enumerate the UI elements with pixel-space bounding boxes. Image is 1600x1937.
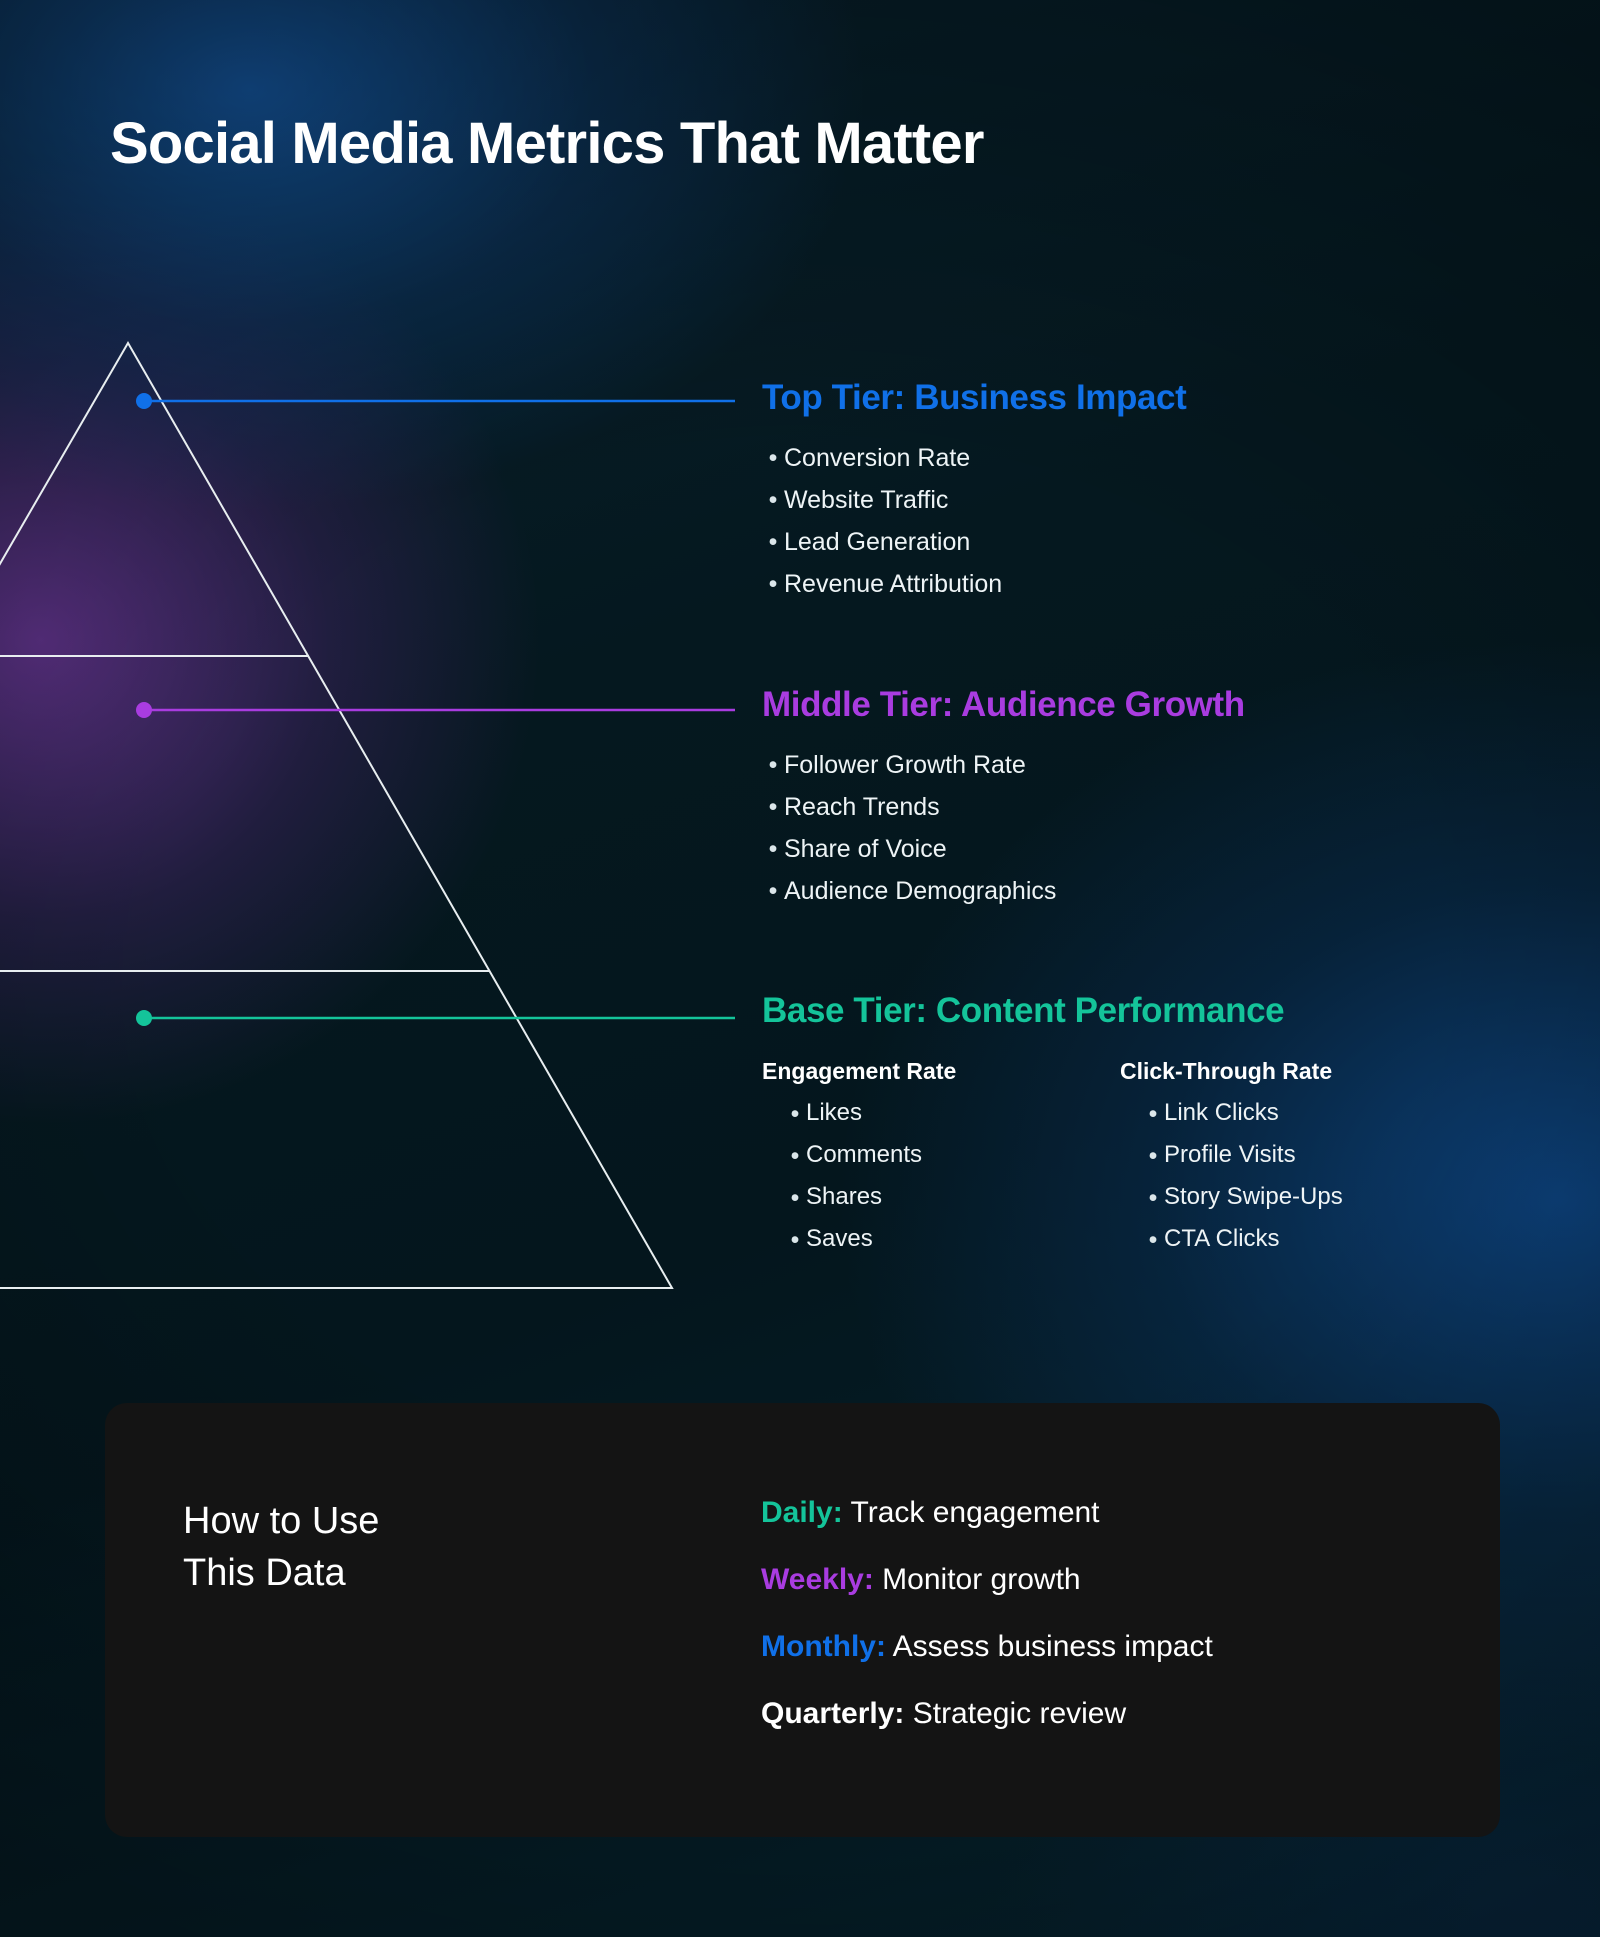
base-column-click-through-rate: Click-Through Rate • Link Clicks • Profi… xyxy=(1120,1058,1478,1261)
usage-label: Monthly: xyxy=(761,1630,886,1663)
bullet-icon: • xyxy=(768,835,778,863)
tier-middle-list: • Follower Growth Rate • Reach Trends • … xyxy=(762,744,1245,912)
list-item-label: Revenue Attribution xyxy=(784,570,1003,598)
usage-text: Monitor growth xyxy=(873,1563,1081,1596)
list-item-label: Story Swipe-Ups xyxy=(1164,1183,1343,1210)
list-item: • Story Swipe-Ups xyxy=(1142,1177,1478,1219)
list-item-label: Comments xyxy=(806,1141,923,1168)
list-item: • Follower Growth Rate xyxy=(762,744,1245,786)
connector-dot-top xyxy=(136,393,152,409)
bullet-icon: • xyxy=(768,570,778,598)
list-item-label: Share of Voice xyxy=(784,835,947,863)
list-item: • CTA Clicks xyxy=(1142,1219,1478,1261)
tier-middle-audience-growth: Middle Tier: Audience Growth • Follower … xyxy=(762,687,1245,912)
bullet-icon: • xyxy=(790,1142,800,1170)
list-item-label: Profile Visits xyxy=(1164,1141,1296,1168)
list-item-label: CTA Clicks xyxy=(1164,1225,1280,1252)
list-item: • Likes xyxy=(784,1093,1120,1135)
how-to-use-title-line1: How to Use xyxy=(183,1500,380,1542)
usage-cadence-list: Daily: Track engagement Weekly: Monitor … xyxy=(761,1498,1213,1729)
tier-base-content-performance: Base Tier: Content Performance Engagemen… xyxy=(762,993,1478,1261)
connector-dot-middle xyxy=(136,702,152,718)
tier-top-business-impact: Top Tier: Business Impact • Conversion R… xyxy=(762,378,1187,605)
list-item: • Shares xyxy=(784,1177,1120,1219)
list-item-label: Lead Generation xyxy=(784,528,971,556)
bullet-icon: • xyxy=(790,1100,800,1128)
tier-middle-heading: Middle Tier: Audience Growth xyxy=(762,685,1245,724)
usage-text: Assess business impact xyxy=(885,1630,1213,1663)
list-item-label: Link Clicks xyxy=(1164,1099,1279,1126)
list-item-label: Audience Demographics xyxy=(784,877,1057,905)
bullet-icon: • xyxy=(790,1184,800,1212)
list-item: • Comments xyxy=(784,1135,1120,1177)
usage-label: Weekly: xyxy=(761,1563,874,1596)
list-item-label: Saves xyxy=(806,1225,873,1252)
list-item: • Link Clicks xyxy=(1142,1093,1478,1135)
bullet-icon: • xyxy=(768,793,778,821)
tier-top-list: • Conversion Rate • Website Traffic • Le… xyxy=(762,437,1186,605)
list-item-label: Follower Growth Rate xyxy=(784,751,1026,779)
bullet-icon: • xyxy=(790,1226,800,1254)
list-item: • Conversion Rate xyxy=(762,437,1186,479)
list-item-label: Conversion Rate xyxy=(784,444,971,472)
usage-row-weekly: Weekly: Monitor growth xyxy=(761,1565,1213,1595)
base-column-list: • Link Clicks • Profile Visits • Story S… xyxy=(1120,1093,1478,1261)
how-to-use-title: How to Use This Data xyxy=(183,1496,379,1599)
how-to-use-title-line2: This Data xyxy=(183,1551,346,1594)
bullet-icon: • xyxy=(768,751,778,779)
base-column-list: • Likes • Comments • Shares • Saves xyxy=(762,1093,1120,1261)
usage-label: Quarterly: xyxy=(761,1697,905,1730)
connector-dot-base xyxy=(136,1010,152,1026)
bullet-icon: • xyxy=(1148,1100,1158,1128)
list-item: • Saves xyxy=(784,1219,1120,1261)
usage-row-monthly: Monthly: Assess business impact xyxy=(761,1632,1213,1662)
usage-row-daily: Daily: Track engagement xyxy=(761,1498,1213,1528)
bullet-icon: • xyxy=(768,528,778,556)
tier-base-heading: Base Tier: Content Performance xyxy=(762,991,1285,1030)
bullet-icon: • xyxy=(768,877,778,905)
tier-top-heading: Top Tier: Business Impact xyxy=(762,378,1187,417)
list-item: • Share of Voice xyxy=(762,828,1245,870)
usage-text: Strategic review xyxy=(904,1697,1127,1730)
bullet-icon: • xyxy=(1148,1226,1158,1254)
base-column-engagement-rate: Engagement Rate • Likes • Comments • Sha… xyxy=(762,1058,1120,1261)
how-to-use-card: How to Use This Data Daily: Track engage… xyxy=(105,1403,1500,1837)
usage-label: Daily: xyxy=(761,1496,843,1529)
pyramid-outline xyxy=(0,341,674,1289)
list-item: • Audience Demographics xyxy=(762,870,1245,912)
list-item: • Revenue Attribution xyxy=(762,563,1186,605)
usage-row-quarterly: Quarterly: Strategic review xyxy=(761,1699,1213,1729)
list-item-label: Website Traffic xyxy=(784,486,949,514)
bullet-icon: • xyxy=(1148,1184,1158,1212)
list-item: • Website Traffic xyxy=(762,479,1186,521)
list-item: • Profile Visits xyxy=(1142,1135,1478,1177)
base-column-title: Engagement Rate xyxy=(762,1058,957,1084)
list-item-label: Shares xyxy=(806,1183,883,1210)
list-item: • Reach Trends xyxy=(762,786,1245,828)
list-item-label: Likes xyxy=(806,1099,863,1126)
bullet-icon: • xyxy=(1148,1142,1158,1170)
list-item-label: Reach Trends xyxy=(784,793,940,821)
bullet-icon: • xyxy=(768,444,778,472)
base-tier-columns: Engagement Rate • Likes • Comments • Sha… xyxy=(762,1058,1478,1261)
list-item: • Lead Generation xyxy=(762,521,1186,563)
usage-text: Track engagement xyxy=(842,1496,1100,1529)
bullet-icon: • xyxy=(768,486,778,514)
base-column-title: Click-Through Rate xyxy=(1120,1058,1333,1084)
